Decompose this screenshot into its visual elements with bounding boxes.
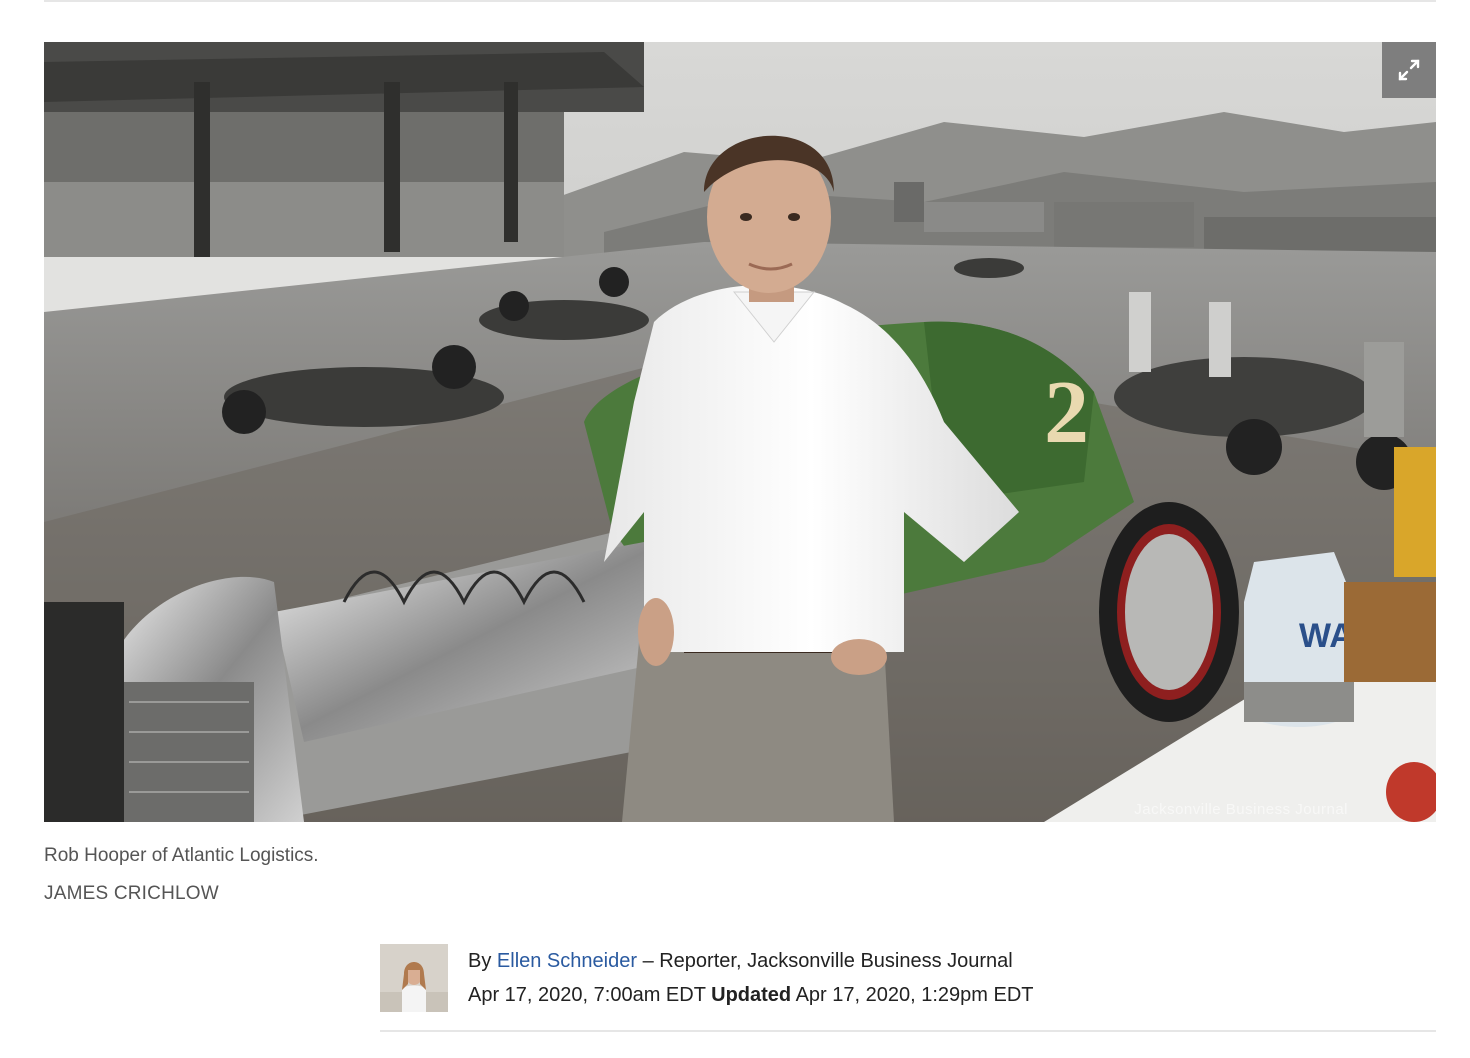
published-date: Apr 17, 2020, 7:00am EDT <box>468 984 706 1006</box>
top-divider <box>44 0 1436 2</box>
photo-watermark: Jacksonville Business Journal <box>1134 801 1348 818</box>
article-byline: By Ellen Schneider – Reporter, Jacksonvi… <box>380 944 1436 1032</box>
expand-arrows-icon <box>1398 59 1420 81</box>
expand-photo-button[interactable] <box>1382 42 1436 98</box>
photo-caption: Rob Hooper of Atlantic Logistics. <box>44 845 319 866</box>
author-role: – Reporter, Jacksonville Business Journa… <box>642 950 1013 972</box>
svg-text:2: 2 <box>1044 363 1089 462</box>
byline-prefix: By <box>468 950 492 972</box>
updated-label: Updated <box>711 984 792 1006</box>
author-name-link[interactable]: Ellen Schneider <box>497 950 637 972</box>
author-portrait-icon <box>380 944 448 1012</box>
updated-date: Apr 17, 2020, 1:29pm EDT <box>795 984 1034 1006</box>
author-avatar[interactable] <box>380 944 448 1012</box>
byline-author-line: By Ellen Schneider – Reporter, Jacksonvi… <box>468 950 1013 973</box>
article-hero-photo[interactable]: 2 WA Jacksonville Business Journal <box>44 42 1436 822</box>
byline-dates: Apr 17, 2020, 7:00am EDT Updated Apr 17,… <box>468 984 1034 1007</box>
photo-credit: JAMES CRICHLOW <box>44 883 219 904</box>
photo-illustration: 2 WA <box>44 42 1436 822</box>
